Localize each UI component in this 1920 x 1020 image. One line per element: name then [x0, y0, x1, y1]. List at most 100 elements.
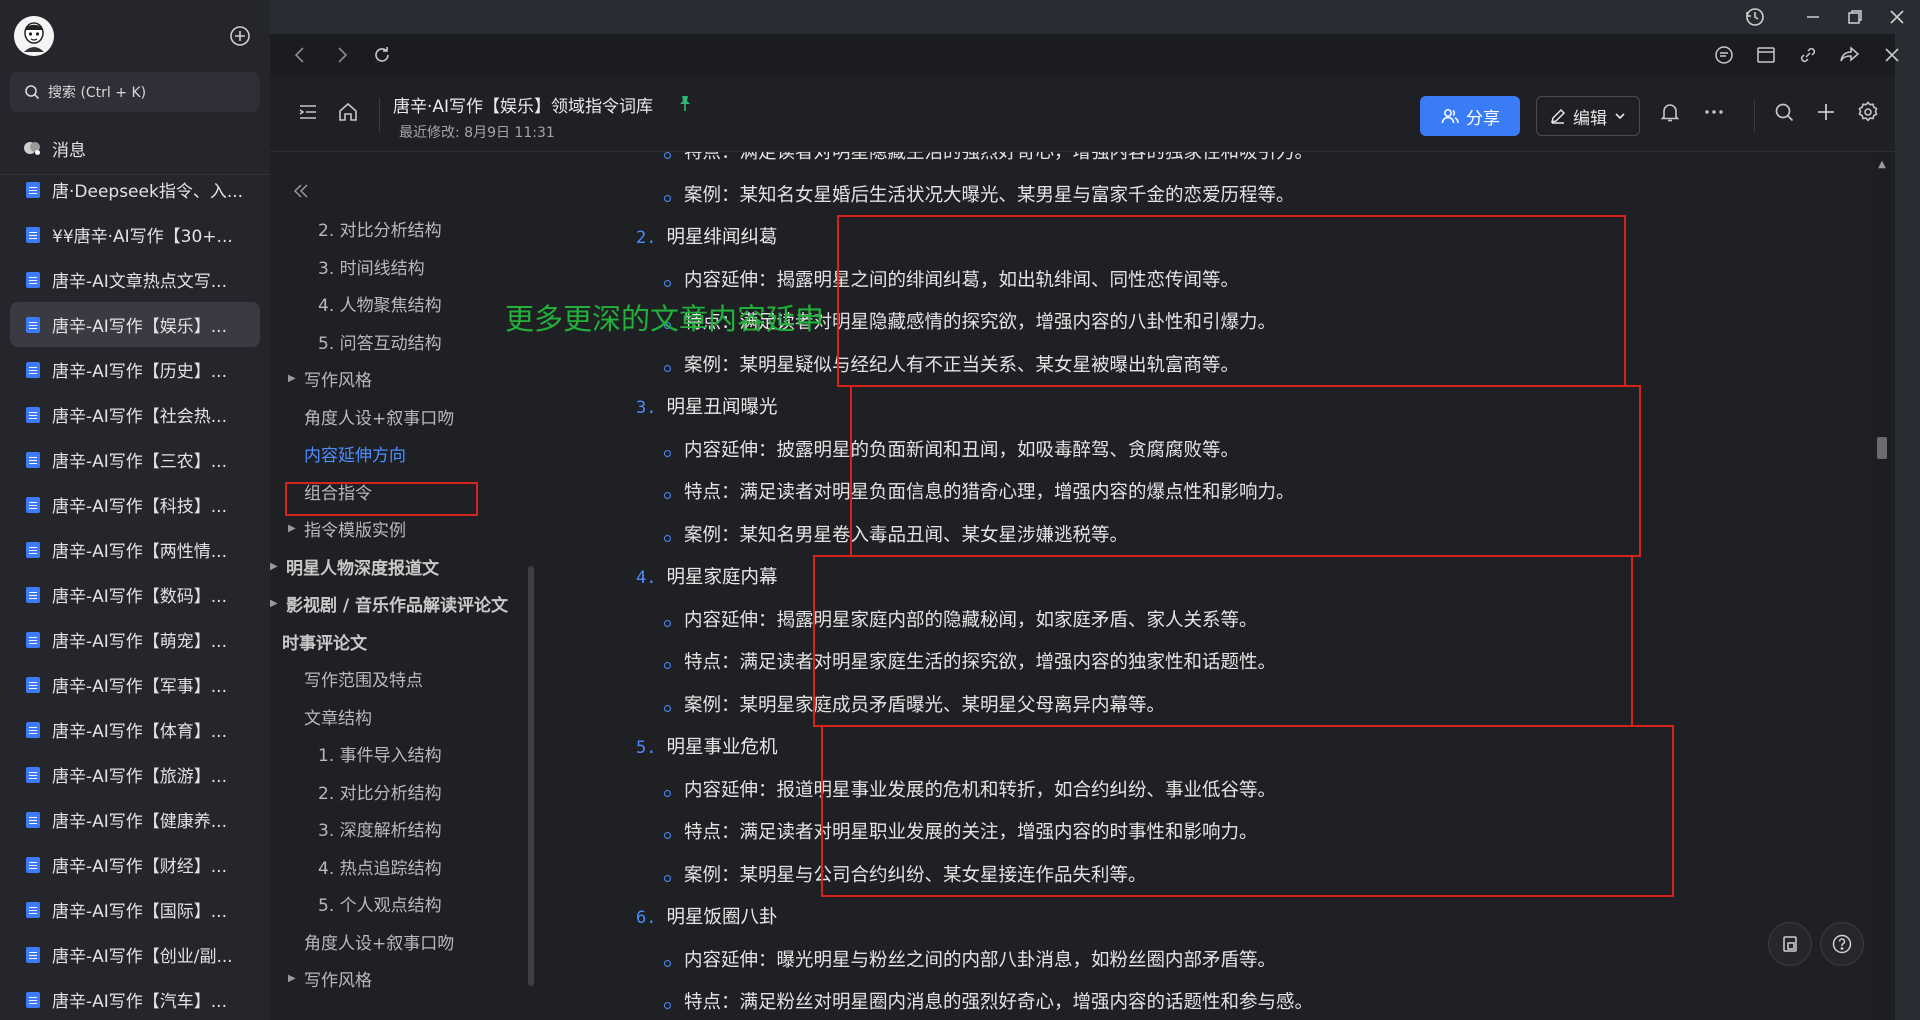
- comment-icon[interactable]: [1712, 43, 1736, 67]
- outline-item[interactable]: 5. 个人观点结构: [270, 885, 540, 923]
- outline-item[interactable]: ▶ 写作风格: [270, 360, 540, 398]
- forward-icon[interactable]: [330, 43, 354, 67]
- search-icon: [24, 84, 40, 100]
- history-icon[interactable]: [1733, 0, 1777, 34]
- sidebar-doc-item[interactable]: 唐辛-AI写作【军事】...: [10, 662, 260, 707]
- section-title: 明星饭圈八卦: [666, 907, 778, 928]
- outline-item[interactable]: 1. 事件导入结构: [270, 735, 540, 773]
- scroll-thumb[interactable]: [1877, 437, 1887, 459]
- sidebar-doc-item[interactable]: 唐辛-AI写作【创业/副...: [10, 932, 260, 977]
- document-scrollbar[interactable]: ▲: [1873, 152, 1891, 1020]
- outline-item[interactable]: 4. 人物聚焦结构: [270, 285, 540, 323]
- sidebar-doc-item[interactable]: 唐辛-AI写作【数码】...: [10, 572, 260, 617]
- sidebar-doc-label: 唐辛-AI写作【科技】...: [52, 497, 227, 517]
- outline-item[interactable]: 3. 时间线结构: [270, 248, 540, 286]
- link-icon[interactable]: [1796, 43, 1820, 67]
- refresh-icon[interactable]: [370, 43, 394, 67]
- outline-item-label: 4. 热点追踪结构: [318, 858, 442, 879]
- outline-item[interactable]: 2. 对比分析结构: [270, 773, 540, 811]
- outline-scrollbar[interactable]: [528, 566, 534, 986]
- outline-item-label: 内容延伸方向: [304, 446, 406, 467]
- sidebar-doc-item[interactable]: 唐辛-AI写作【社会热...: [10, 392, 260, 437]
- outline-item[interactable]: 角度人设+叙事口吻: [270, 923, 540, 961]
- outline-item[interactable]: 4. 热点追踪结构: [270, 848, 540, 886]
- sidebar-doc-label: 唐辛-AI写作【创业/副...: [52, 947, 233, 967]
- outline-item[interactable]: ▶ 影视剧 / 音乐作品解读评论文: [270, 585, 540, 623]
- minimize-icon[interactable]: [1791, 0, 1835, 34]
- expand-caret-icon[interactable]: ▶: [288, 973, 298, 984]
- edit-button[interactable]: 编辑: [1536, 96, 1640, 136]
- settings-gear-icon[interactable]: [1856, 100, 1880, 124]
- share-button[interactable]: 分享: [1420, 96, 1520, 136]
- outline-item[interactable]: 时事评论文: [270, 623, 540, 661]
- outline-item[interactable]: 写作范围及特点: [270, 660, 540, 698]
- section-heading: 6. 明星饭圈八卦: [636, 903, 778, 929]
- plus-icon[interactable]: [1814, 100, 1838, 124]
- more-icon[interactable]: [1702, 100, 1726, 124]
- outline-item[interactable]: 3. 深度解析结构: [270, 810, 540, 848]
- restore-icon[interactable]: [1833, 0, 1877, 34]
- scroll-up-icon[interactable]: ▲: [1877, 160, 1887, 170]
- messages-icon: [22, 138, 42, 158]
- search-doc-icon[interactable]: [1772, 100, 1796, 124]
- expand-caret-icon[interactable]: ▶: [288, 523, 298, 534]
- outline-item[interactable]: ▶ 写作风格: [270, 960, 540, 998]
- avatar[interactable]: [14, 16, 54, 56]
- share-icon: [1440, 106, 1460, 126]
- sidebar-doc-item[interactable]: 唐辛-AI写作【历史】...: [10, 347, 260, 392]
- sidebar-doc-item[interactable]: ¥¥唐辛·AI写作【30+...: [10, 212, 260, 257]
- outline-item[interactable]: ▶ 明星人物深度报道文: [270, 548, 540, 586]
- outline-item[interactable]: 角度人设+叙事口吻: [270, 398, 540, 436]
- outline-item[interactable]: 文章结构: [270, 698, 540, 736]
- outline-item-active[interactable]: 内容延伸方向: [270, 435, 540, 473]
- sidebar-doc-item[interactable]: 唐·Deepseek指令、入...: [10, 167, 260, 212]
- header-divider: [379, 98, 380, 132]
- sidebar-doc-item[interactable]: 唐辛-AI写作【旅游】...: [10, 752, 260, 797]
- expand-caret-icon[interactable]: ▶: [270, 561, 280, 572]
- pin-icon[interactable]: [676, 94, 694, 112]
- section-heading: 3. 明星丑闻曝光: [636, 393, 778, 419]
- sidebar-doc-item[interactable]: 唐辛-AI写作【科技】...: [10, 482, 260, 527]
- close-window-icon[interactable]: [1875, 0, 1919, 34]
- search-input[interactable]: 搜索 (Ctrl + K): [10, 72, 260, 112]
- expand-caret-icon[interactable]: ▶: [270, 598, 280, 609]
- sidebar-doc-item[interactable]: 唐辛-AI写作【娱乐】...: [10, 302, 260, 347]
- doc-float-icon[interactable]: [1768, 922, 1812, 966]
- outline-item[interactable]: 2. 对比分析结构: [270, 210, 540, 248]
- bullet-icon: [664, 959, 671, 967]
- collapse-outline-icon[interactable]: [290, 180, 312, 202]
- window-icon[interactable]: [1754, 43, 1778, 67]
- document-icon: [26, 766, 40, 783]
- sidebar-doc-item[interactable]: 唐辛-AI写作【汽车】...: [10, 977, 260, 1020]
- sidebar-doc-label: 唐辛-AI写作【体育】...: [52, 722, 227, 742]
- expand-caret-icon[interactable]: ▶: [288, 373, 298, 384]
- back-icon[interactable]: [288, 43, 312, 67]
- sidebar-item-messages[interactable]: 消息: [10, 130, 260, 166]
- help-icon[interactable]: [1820, 922, 1864, 966]
- sidebar-doc-item[interactable]: 唐辛-AI写作【两性情...: [10, 527, 260, 572]
- sidebar-doc-item[interactable]: 唐辛-AI写作【三农】...: [10, 437, 260, 482]
- section-heading: 4. 明星家庭内幕: [636, 563, 778, 589]
- close-tab-icon[interactable]: [1880, 43, 1904, 67]
- outline-item-label: 时事评论文: [282, 633, 367, 654]
- sidebar-doc-item[interactable]: 唐辛-AI写作【财经】...: [10, 842, 260, 887]
- sidebar-doc-label: 唐辛-AI写作【两性情...: [52, 542, 227, 562]
- section-number: 5.: [636, 738, 657, 758]
- annotation-box: [821, 725, 1674, 897]
- sidebar-doc-item[interactable]: 唐辛-AI写作【体育】...: [10, 707, 260, 752]
- sidebar-doc-item[interactable]: 唐辛-AI文章热点文写...: [10, 257, 260, 302]
- sidebar-doc-item[interactable]: 唐辛-AI写作【萌宠】...: [10, 617, 260, 662]
- left-sidebar: 搜索 (Ctrl + K) 消息 唐·Deepseek指令、入... ¥¥唐辛·A…: [0, 0, 270, 1020]
- toc-toggle-icon[interactable]: [296, 100, 320, 124]
- bell-icon[interactable]: [1658, 100, 1682, 124]
- add-circle-icon[interactable]: [228, 24, 252, 48]
- sidebar-doc-label: 唐辛-AI写作【数码】...: [52, 587, 227, 607]
- outline-item[interactable]: 5. 问答互动结构: [270, 323, 540, 361]
- outline-item-label: 指令模版实例: [304, 521, 406, 542]
- bullet-icon: [664, 534, 671, 542]
- forward-share-icon[interactable]: [1838, 43, 1862, 67]
- section-number: 3.: [636, 398, 657, 418]
- sidebar-doc-item[interactable]: 唐辛-AI写作【国际】...: [10, 887, 260, 932]
- sidebar-doc-item[interactable]: 唐辛-AI写作【健康养...: [10, 797, 260, 842]
- home-icon[interactable]: [336, 100, 360, 124]
